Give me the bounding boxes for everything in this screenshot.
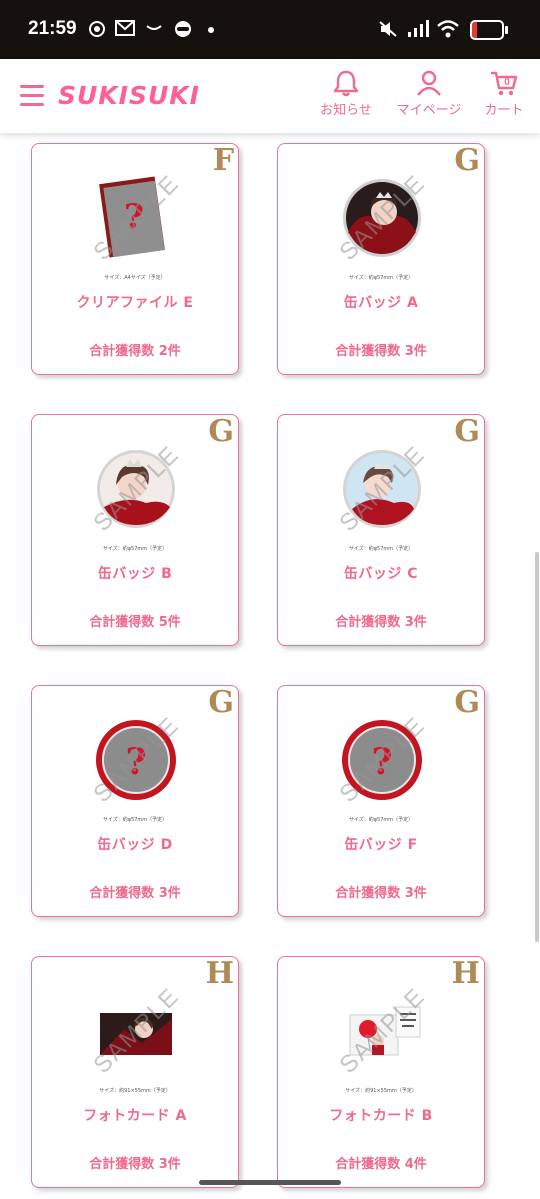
prize-card[interactable]: G SAMPLE サイズ：約φ57mm（予定） 缶バッジ A 合計獲得数 3件 (277, 143, 485, 375)
prize-list: F ? SAMPLE サイズ：A4サイズ（予定） クリアファイル E 合計獲得数… (0, 133, 540, 1199)
rank-label: H (451, 956, 480, 991)
svg-text:?: ? (125, 741, 146, 783)
prize-name: 缶バッジ F (344, 837, 418, 853)
clear-file-thumbnail: ? (86, 166, 186, 270)
size-caption: サイズ：約φ57mm（予定） (102, 817, 168, 823)
badge-photo-thumbnail (86, 437, 186, 541)
svg-text:?: ? (371, 741, 392, 783)
prize-count: 合計獲得数 5件 (89, 615, 181, 630)
prize-card[interactable]: G SAMPLE サイズ：約φ57mm（予定） 缶バッジ C 合計獲得数 3件 (277, 414, 485, 646)
photocard-thumbnail (332, 979, 432, 1083)
site-logo[interactable]: SUKISUKI (58, 81, 218, 111)
battery-icon: 17 (470, 20, 504, 40)
prize-name: フォトカード A (83, 1108, 187, 1124)
wave-icon (145, 20, 163, 38)
cart-badge: 0 (504, 77, 510, 88)
prize-name: 缶バッジ B (97, 566, 173, 582)
rank-label: G (208, 685, 234, 720)
logo-text: SUKISUKI (58, 81, 200, 110)
photocard-thumbnail (86, 979, 186, 1083)
size-caption: サイズ：約91×55mm（予定） (99, 1088, 171, 1094)
bell-icon (333, 70, 359, 97)
prize-count: 合計獲得数 4件 (335, 1157, 427, 1172)
badge-mystery-thumbnail: ? (332, 708, 432, 812)
user-icon (417, 70, 441, 96)
prize-card[interactable]: G ? SAMPLE サイズ：約φ57mm（予定） 缶バッジ D 合計獲得数 3… (31, 685, 239, 917)
badge-photo-thumbnail (332, 166, 432, 270)
nav-mypage[interactable]: マイページ (394, 69, 464, 118)
size-caption: サイズ：約φ57mm（予定） (348, 817, 414, 823)
menu-icon[interactable] (20, 85, 44, 107)
size-caption: サイズ：約φ57mm（予定） (102, 546, 168, 552)
wifi-icon (437, 20, 459, 42)
nav-cart-label: カート (484, 103, 524, 118)
prize-count: 合計獲得数 3件 (335, 344, 427, 359)
size-caption: サイズ：約φ57mm（予定） (348, 546, 414, 552)
record-icon (88, 20, 106, 42)
prize-name: 缶バッジ C (343, 566, 419, 582)
svg-text:?: ? (124, 197, 144, 237)
prize-card[interactable]: H SAMPLE サイズ：約91×55mm（予定） フォトカード A 合計獲得数… (31, 956, 239, 1188)
prize-card[interactable]: G SAMPLE サイズ：約φ57mm（予定） 缶バッジ B 合計獲得数 5件 (31, 414, 239, 646)
mute-icon (378, 20, 398, 42)
size-caption: サイズ：約91×55mm（予定） (345, 1088, 417, 1094)
prize-count: 合計獲得数 3件 (335, 615, 427, 630)
rank-label: G (454, 143, 480, 178)
dot-icon (208, 20, 214, 42)
prize-name: クリアファイル E (76, 295, 194, 311)
prize-card[interactable]: F ? SAMPLE サイズ：A4サイズ（予定） クリアファイル E 合計獲得数… (31, 143, 239, 375)
prize-count: 合計獲得数 3件 (89, 1157, 181, 1172)
nav-mypage-label: マイページ (396, 103, 462, 118)
prize-count: 合計獲得数 2件 (89, 344, 181, 359)
prize-name: 缶バッジ D (97, 837, 173, 853)
prize-count: 合計獲得数 3件 (89, 886, 181, 901)
nav-notifications[interactable]: お知らせ (318, 69, 374, 118)
signal-icon (407, 20, 429, 42)
prize-card[interactable]: H SAMPLE サイズ：約91×55mm（予定） フォトカード B 合計獲得数… (277, 956, 485, 1188)
gesture-bar[interactable] (199, 1180, 341, 1185)
battery-nub (505, 26, 508, 34)
size-caption: サイズ：約φ57mm（予定） (348, 275, 414, 281)
prize-card[interactable]: G ? SAMPLE サイズ：約φ57mm（予定） 缶バッジ F 合計獲得数 3… (277, 685, 485, 917)
rank-label: F (212, 143, 234, 178)
battery-level: 17 (480, 23, 494, 37)
prize-name: フォトカード B (329, 1108, 433, 1124)
prize-name: 缶バッジ A (343, 295, 419, 311)
rank-label: G (208, 414, 234, 449)
mail-icon (115, 20, 135, 40)
rank-label: G (454, 414, 480, 449)
rank-label: H (205, 956, 234, 991)
nav-notifications-label: お知らせ (320, 103, 372, 118)
size-caption: サイズ：A4サイズ（予定） (104, 275, 166, 281)
badge-photo-thumbnail (332, 437, 432, 541)
prize-count: 合計獲得数 3件 (335, 886, 427, 901)
rank-label: G (454, 685, 480, 720)
status-bar: 21:59 17 (0, 0, 540, 59)
app-icon (173, 20, 193, 42)
badge-mystery-thumbnail: ? (86, 708, 186, 812)
status-time: 21:59 (28, 18, 77, 39)
site-header: SUKISUKI お知らせ マイページ 0 カート (0, 59, 540, 133)
scrollbar[interactable] (535, 552, 539, 942)
cart-icon: 0 (491, 71, 518, 96)
nav-cart[interactable]: 0 カート (480, 69, 528, 118)
